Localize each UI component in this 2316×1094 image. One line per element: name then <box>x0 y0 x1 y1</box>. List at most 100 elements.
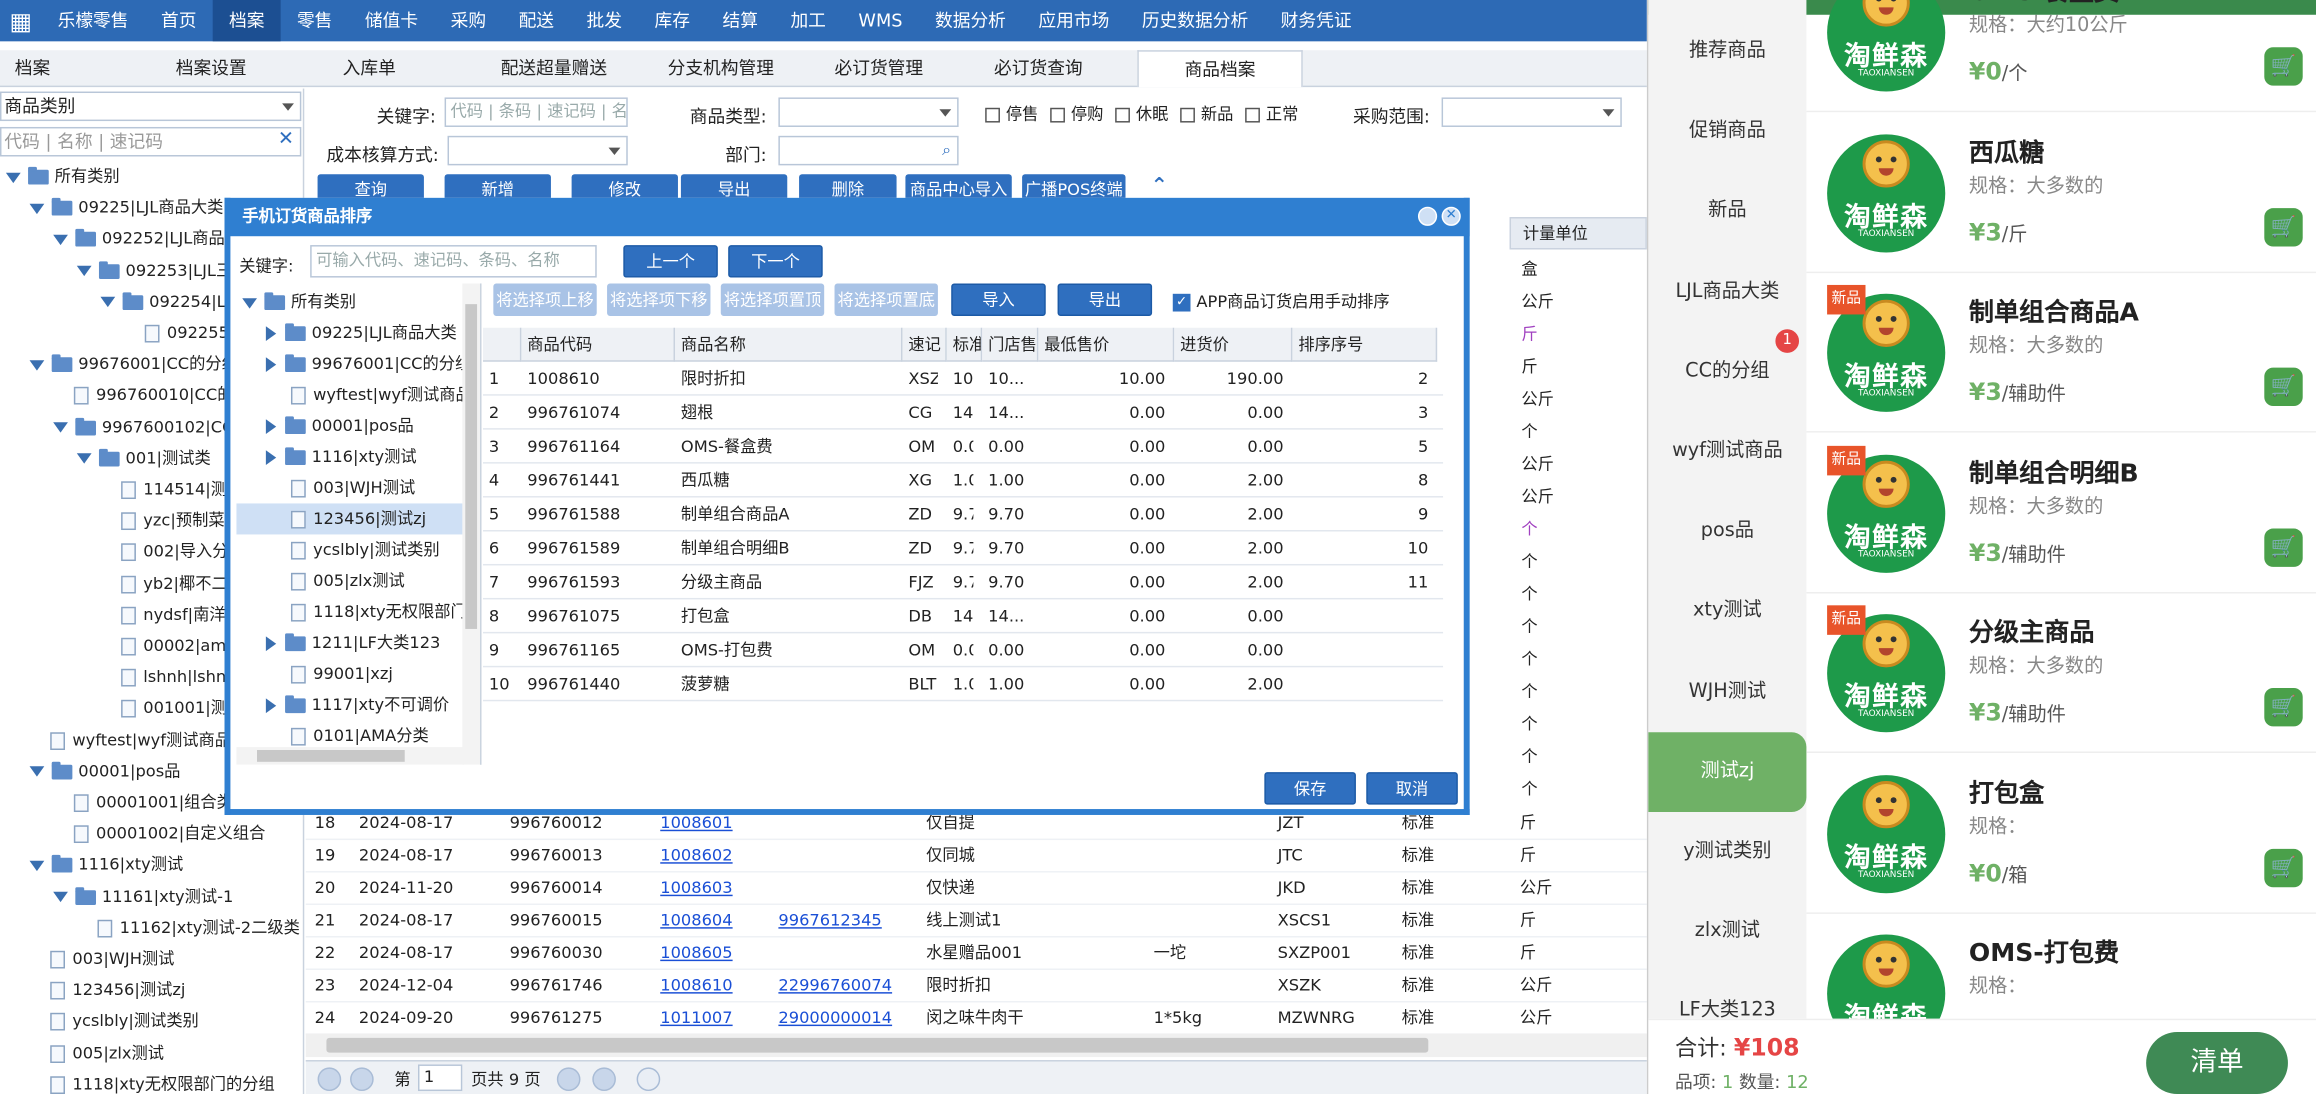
last-page-icon[interactable] <box>592 1067 616 1092</box>
category-tree-node[interactable]: 所有类别 <box>0 161 304 192</box>
cancel-button[interactable]: 取消 <box>1366 772 1458 805</box>
nav-item-0[interactable]: 乐檬零售 <box>41 0 144 41</box>
collapse-icon[interactable]: ⌃ <box>1151 174 1168 198</box>
tab-6[interactable]: 必订货查询 <box>957 50 1119 87</box>
nav-item-12[interactable]: 数据分析 <box>919 0 1022 41</box>
product-card[interactable]: 淘鲜森 TAOXIANSEN 新品 制单组合明细B 规格：大多数的 ¥3/辅助件 🛒 <box>1806 433 2316 593</box>
expanded-icon[interactable] <box>100 297 116 308</box>
nav-item-9[interactable]: 结算 <box>706 0 774 41</box>
dialog-table-row[interactable]: 4 996761441 西瓜糖 XG 1.0 1.00 0.00 2.00 8 <box>482 464 1444 498</box>
collapsed-icon[interactable] <box>265 450 277 466</box>
tree-hscroll-thumb[interactable] <box>257 750 405 762</box>
refresh-icon[interactable] <box>636 1067 661 1092</box>
cell-code[interactable]: 1008603 <box>660 873 732 905</box>
dialog-tree-node[interactable]: 1117|xty不可调价 <box>236 689 463 720</box>
column-header-1[interactable]: 商品代码 <box>521 327 676 362</box>
close-icon[interactable]: ✕ <box>1441 206 1461 226</box>
first-page-icon[interactable] <box>317 1067 342 1092</box>
collapsed-icon[interactable] <box>265 419 277 435</box>
product-card[interactable]: 淘鲜森 TAOXIANSEN 西瓜糖 规格：大多数的 ¥3/斤 🛒 <box>1806 113 2316 273</box>
dialog-tree-node[interactable]: 99676001|CC的分组 <box>236 348 464 379</box>
column-header-8[interactable]: 排序序号 <box>1292 327 1438 362</box>
dialog-import-button[interactable]: 导入 <box>951 283 1046 316</box>
product-card[interactable]: 淘鲜森 TAOXIANSEN 新品 制单组合商品A 规格：大多数的 ¥3/辅助件 🛒 <box>1806 273 2316 433</box>
status-check-0[interactable]: 停售 <box>985 105 1038 124</box>
move-button-1[interactable]: 将选择项下移 <box>607 283 711 316</box>
app-category-3[interactable]: LJL商品大类 <box>1648 252 1806 332</box>
cell-code[interactable]: 1008605 <box>660 938 732 970</box>
app-category-8[interactable]: WJH测试 <box>1648 652 1806 732</box>
dialog-table-row[interactable]: 6 996761589 制单组合明细B ZD 9.7 9.70 0.00 2.00 10 <box>482 531 1444 566</box>
cart-icon[interactable]: 🛒 <box>2264 848 2303 887</box>
status-check-2[interactable]: 休眠 <box>1115 105 1168 124</box>
expanded-icon[interactable] <box>53 891 68 903</box>
category-tree-node[interactable]: 1118|xty无权限部门的分组 <box>0 1069 304 1094</box>
tab-3[interactable]: 配送超量赠送 <box>473 50 635 87</box>
restore-icon[interactable] <box>1417 206 1438 226</box>
dialog-tree-node[interactable]: 1211|LF大类123 <box>236 627 463 658</box>
checkbox-icon[interactable] <box>1050 107 1065 123</box>
category-tree-node[interactable]: 11161|xty测试-1 <box>0 881 304 912</box>
column-header-5[interactable]: 门店售 <box>982 327 1039 362</box>
nav-item-5[interactable]: 采购 <box>434 0 502 41</box>
status-check-3[interactable]: 新品 <box>1180 105 1233 124</box>
goods-type-select[interactable] <box>778 97 959 127</box>
app-category-7[interactable]: xty测试 <box>1648 572 1806 652</box>
cart-icon[interactable]: 🛒 <box>2264 47 2303 86</box>
cart-icon[interactable]: 🛒 <box>2264 207 2303 246</box>
category-tree-node[interactable]: 123456|测试zj <box>0 975 304 1006</box>
product-card[interactable]: 淘鲜森 TAOXIANSEN 打包盒 规格： ¥0/箱 🛒 <box>1806 754 2316 914</box>
dialog-tree-node[interactable]: 003|WJH测试 <box>236 472 463 503</box>
column-header-3[interactable]: 速记 <box>902 327 947 362</box>
nav-item-13[interactable]: 应用市场 <box>1022 0 1125 41</box>
expanded-icon[interactable] <box>76 453 92 465</box>
column-header-7[interactable]: 进货价 <box>1174 327 1293 362</box>
column-header-0[interactable] <box>482 327 522 362</box>
expanded-icon[interactable] <box>29 359 45 371</box>
dialog-table-row[interactable]: 10 996761440 菠萝糖 BLT 1.0 1.00 0.00 2.00 <box>482 667 1444 702</box>
cart-icon[interactable]: 🛒 <box>2264 687 2303 727</box>
category-tree-node[interactable]: 1116|xty测试 <box>0 849 304 880</box>
cost-method-select[interactable] <box>447 135 628 166</box>
expanded-icon[interactable] <box>5 171 21 183</box>
table-row[interactable]: 24 2024-09-20 996761275 1011007 29000000014 闵… <box>305 1002 1647 1035</box>
table-row[interactable]: 23 2024-12-04 996761746 1008610 22996760074 限… <box>305 970 1647 1003</box>
app-category-11[interactable]: zlx测试 <box>1648 892 1806 972</box>
tab-7[interactable]: 商品档案 <box>1137 50 1303 88</box>
cell-bar[interactable]: 22996760074 <box>778 970 892 1002</box>
app-category-2[interactable]: 新品 <box>1648 172 1806 252</box>
nav-item-11[interactable]: WMS <box>842 0 919 41</box>
table-row[interactable]: 20 2024-11-20 996760014 1008603 仅快递 JKD 标准 公斤 <box>305 873 1647 906</box>
scrollbar-thumb[interactable] <box>326 1037 1429 1053</box>
cell-code[interactable]: 1011007 <box>660 1002 732 1034</box>
nav-item-7[interactable]: 批发 <box>570 0 638 41</box>
category-type-select[interactable]: 商品类别 <box>0 91 302 122</box>
dialog-tree-node[interactable]: 005|zlx测试 <box>236 565 463 596</box>
horizontal-scrollbar[interactable] <box>305 1033 1647 1058</box>
expanded-icon[interactable] <box>53 234 68 245</box>
nav-item-2[interactable]: 档案 <box>212 0 281 42</box>
dialog-export-button[interactable]: 导出 <box>1057 283 1153 316</box>
dialog-tree-node[interactable]: 所有类别 <box>236 286 463 317</box>
app-category-1[interactable]: 促销商品 <box>1648 92 1806 172</box>
category-tree-node[interactable]: 003|WJH测试 <box>0 943 304 974</box>
nav-item-14[interactable]: 历史数据分析 <box>1126 0 1265 41</box>
expanded-icon[interactable] <box>29 766 45 778</box>
dialog-table-row[interactable]: 7 996761593 分级主商品 FJZ 9.7 9.70 0.00 2.00 11 <box>482 565 1444 600</box>
collapsed-icon[interactable] <box>265 698 277 714</box>
save-button[interactable]: 保存 <box>1264 772 1356 805</box>
keyword-input[interactable]: 代码 | 条码 | 速记码 | 名称 <box>444 97 628 127</box>
category-search-input[interactable]: 代码 | 名称 | 速记码 ✕ <box>0 126 302 157</box>
nav-item-8[interactable]: 库存 <box>638 0 706 41</box>
manual-sort-option[interactable]: ✓ APP商品订货启用手动排序 <box>1172 289 1390 313</box>
checkbox-icon[interactable] <box>985 107 1000 123</box>
dialog-tree-node[interactable]: 99001|xzj <box>236 658 463 689</box>
move-button-3[interactable]: 将选择项置底 <box>834 283 938 316</box>
status-check-1[interactable]: 停购 <box>1050 105 1103 124</box>
nav-item-10[interactable]: 加工 <box>774 0 842 41</box>
product-card[interactable]: 淘鲜森 TAOXIANSEN 新品 分级主商品 规格：大多数的 ¥3/辅助件 🛒 <box>1806 594 2316 753</box>
search-icon[interactable]: ⌕ <box>942 137 951 164</box>
dialog-table-row[interactable]: 5 996761588 制单组合商品A ZD 9.7 9.70 0.00 2.00 9 <box>482 498 1444 532</box>
cell-bar[interactable]: 29000000014 <box>778 1002 892 1034</box>
tree-scroll-thumb[interactable] <box>465 304 478 629</box>
